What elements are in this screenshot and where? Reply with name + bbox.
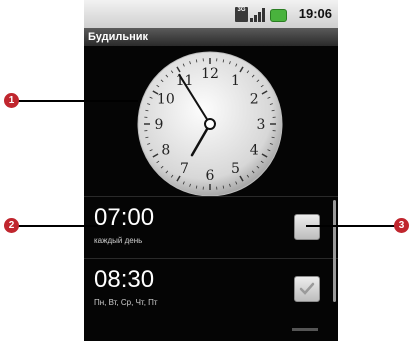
callout-1: 1: [4, 93, 19, 108]
alarm-toggle-checkbox[interactable]: [294, 276, 320, 302]
alarm-repeat: Пн, Вт, Ср, Чт, Пт: [94, 298, 158, 307]
app-title: Будильник: [84, 28, 338, 46]
clock-number: 3: [257, 117, 266, 133]
clock-number: 12: [201, 66, 219, 82]
scrollbar[interactable]: [333, 200, 336, 302]
alarm-toggle-checkbox[interactable]: [294, 214, 320, 240]
callout-line-3: [306, 225, 396, 227]
alarm-repeat: каждый день: [94, 236, 143, 245]
checkmark-icon: [299, 282, 315, 295]
clock-number: 5: [231, 161, 240, 177]
clock-number: 1: [231, 73, 240, 89]
more-indicator: [292, 328, 318, 331]
clock-number: 4: [250, 143, 259, 159]
alarm-time: 08:30: [94, 266, 155, 293]
alarm-time: 07:00: [94, 204, 155, 231]
clock-number: 9: [155, 117, 164, 133]
3g-icon: 3G: [235, 7, 248, 22]
callout-3: 3: [394, 218, 409, 233]
alarm-item-1[interactable]: 07:00 каждый день: [84, 196, 338, 258]
phone-screen: 3G 19:06 Будильник 12 1 2 3 4 5 6 7 8 9 10 11: [84, 0, 338, 341]
clock-number: 11: [176, 73, 194, 89]
battery-icon: [270, 9, 287, 22]
clock-face: 12 12 3 456 78 9 1011: [137, 51, 283, 197]
alarm-item-2[interactable]: 08:30 Пн, Вт, Ср, Чт, Пт: [84, 258, 338, 320]
clock-number: 10: [157, 92, 175, 108]
analog-clock[interactable]: 12 1 2 3 4 5 6 7 8 9 10 11: [84, 46, 338, 197]
clock-number: 8: [161, 143, 170, 159]
callout-line-2: [18, 225, 98, 227]
clock-number: 6: [206, 168, 215, 184]
signal-icon: [250, 7, 266, 22]
callout-line-1: [18, 100, 138, 102]
clock-number: 7: [180, 161, 189, 177]
clock-number: 2: [250, 92, 259, 108]
status-time: 19:06: [298, 6, 332, 21]
status-bar: 3G 19:06: [84, 0, 338, 28]
callout-2: 2: [4, 218, 19, 233]
